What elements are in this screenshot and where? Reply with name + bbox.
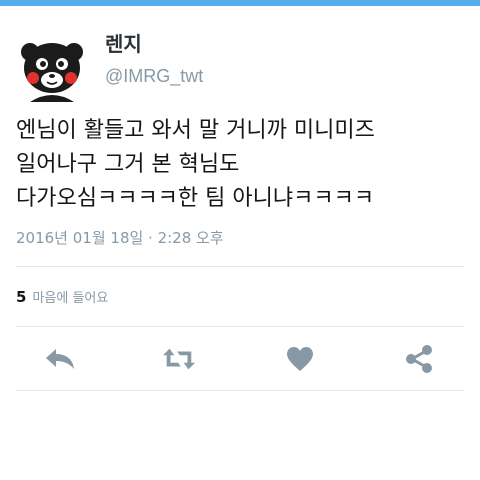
kumamon-avatar-icon: [21, 43, 83, 102]
divider: [16, 266, 464, 267]
like-label: 마음에 들어요: [32, 291, 109, 306]
share-button[interactable]: [402, 343, 436, 375]
heart-icon: [287, 347, 313, 371]
divider: [16, 390, 464, 391]
retweet-button[interactable]: [162, 343, 196, 375]
divider: [16, 326, 464, 327]
likes-stat[interactable]: 5 마음에 들어요: [16, 287, 108, 309]
avatar[interactable]: [16, 30, 88, 102]
like-button[interactable]: [283, 343, 317, 375]
display-name[interactable]: 렌지: [105, 30, 142, 58]
tweet-text-line: 일어나구 그거 본 혁님도: [16, 152, 240, 177]
like-count: 5: [16, 288, 27, 306]
tweet-timestamp[interactable]: 2016년 01월 18일 · 2:28 오후: [16, 228, 224, 248]
user-handle[interactable]: @IMRG_twt: [105, 64, 203, 88]
reply-button[interactable]: [43, 343, 77, 375]
top-accent-bar: [0, 0, 480, 6]
share-icon: [406, 345, 432, 373]
tweet-text-line: 다가오심ㅋㅋㅋㅋ한 팀 아니냐ㅋㅋㅋㅋ: [16, 186, 375, 211]
retweet-icon: [162, 348, 196, 370]
tweet-text-line: 엔님이 활들고 와서 말 거니까 미니미즈: [16, 118, 375, 143]
tweet-text: 엔님이 활들고 와서 말 거니까 미니미즈 일어나구 그거 본 혁님도 다가오심…: [16, 114, 468, 216]
tweet-detail-page: 렌지 @IMRG_twt 엔님이 활들고 와서 말 거니까 미니미즈 일어나구 …: [0, 0, 480, 480]
reply-icon: [46, 349, 74, 369]
